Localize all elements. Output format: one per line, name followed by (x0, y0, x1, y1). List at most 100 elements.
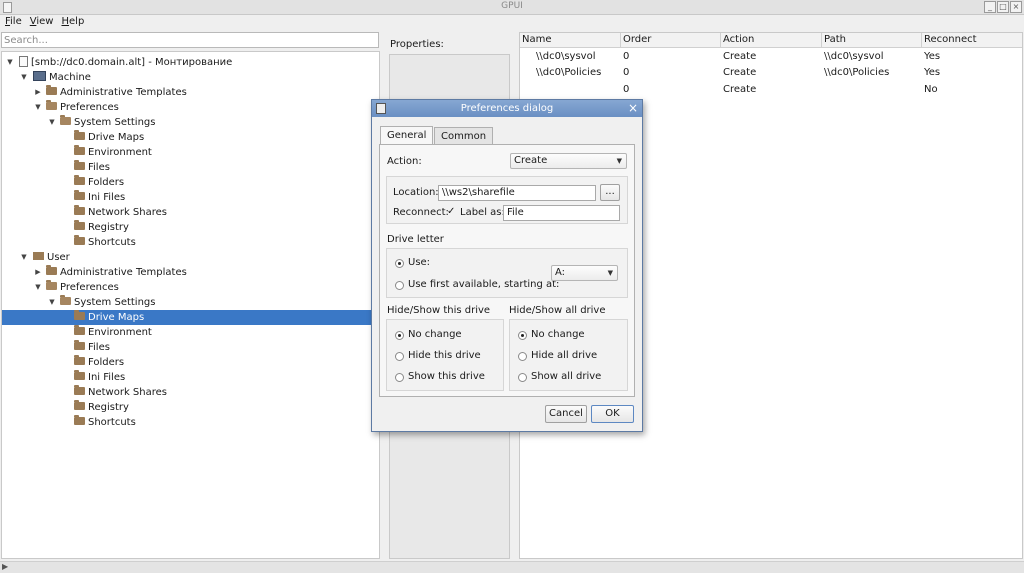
table-cell-name[interactable]: \\dc0\Policies (536, 67, 601, 78)
tree-node-user-preferences[interactable]: ▼ Preferences (2, 280, 379, 295)
tree-node-label: Drive Maps (88, 312, 145, 323)
menu-help[interactable]: Help (58, 15, 87, 28)
chevron-down-icon[interactable]: ▼ (34, 100, 42, 115)
tree-node-machine-environment[interactable]: Environment (2, 145, 379, 160)
table-cell-reconnect[interactable]: No (924, 84, 938, 95)
action-select[interactable]: Create ▼ (510, 153, 627, 169)
chevron-down-icon[interactable]: ▼ (6, 55, 14, 70)
tree-node-user-system-settings[interactable]: ▼ System Settings (2, 295, 379, 310)
action-select-value: Create (514, 155, 548, 166)
column-header-order[interactable]: Order (623, 34, 651, 45)
tree-node-user-environment[interactable]: Environment (2, 325, 379, 340)
tab-general[interactable]: General (380, 126, 434, 146)
tree-node-machine-preferences[interactable]: ▼ Preferences (2, 100, 379, 115)
menu-view[interactable]: View (27, 15, 57, 28)
table-cell-reconnect[interactable]: Yes (924, 67, 940, 78)
drive-letter-group: Use: Use first available, starting at: A… (386, 248, 628, 298)
tree-node-user-admin-templates[interactable]: ▶ Administrative Templates (2, 265, 379, 280)
this-no-change-radio[interactable] (395, 331, 404, 340)
show-this-drive-radio[interactable] (395, 373, 404, 382)
ok-button[interactable]: OK (591, 405, 634, 423)
tree-node-machine-network-shares[interactable]: Network Shares (2, 205, 379, 220)
location-label: Location: (393, 187, 439, 198)
table-cell-action[interactable]: Create (723, 84, 756, 95)
tree-node-user[interactable]: ▼ User (2, 250, 379, 265)
hide-this-drive-radio[interactable] (395, 352, 404, 361)
chevron-down-icon[interactable]: ▼ (48, 115, 56, 130)
tree-node-machine[interactable]: ▼ Machine (2, 70, 379, 85)
tree-node-user-registry[interactable]: Registry (2, 400, 379, 415)
use-radio[interactable] (395, 259, 404, 268)
column-header-action[interactable]: Action (723, 34, 754, 45)
table-cell-reconnect[interactable]: Yes (924, 51, 940, 62)
show-all-drive-radio[interactable] (518, 373, 527, 382)
folder-open-icon (60, 115, 71, 125)
column-header-reconnect[interactable]: Reconnect (924, 34, 977, 45)
tree-node-machine-system-settings[interactable]: ▼ System Settings (2, 115, 379, 130)
tree-node-label: Shortcuts (88, 417, 136, 428)
label-as-field[interactable]: File (503, 205, 620, 221)
chevron-down-icon: ▼ (607, 269, 613, 277)
tree-node-user-ini-files[interactable]: Ini Files (2, 370, 379, 385)
tree-node-machine-ini-files[interactable]: Ini Files (2, 190, 379, 205)
drive-letter-select[interactable]: A: ▼ (551, 265, 618, 281)
policy-tree: ▼ [smb://dc0.domain.alt] - Монтирование … (1, 51, 380, 559)
table-cell-path[interactable]: \\dc0\Policies (824, 67, 889, 78)
menu-file[interactable]: File (2, 15, 25, 28)
chevron-down-icon[interactable]: ▼ (20, 70, 28, 85)
tree-node-user-files[interactable]: Files (2, 340, 379, 355)
dialog-titlebar: Preferences dialog × (372, 100, 642, 117)
cancel-button[interactable]: Cancel (545, 405, 587, 423)
table-cell-action[interactable]: Create (723, 67, 756, 78)
folder-icon (74, 400, 85, 410)
chevron-down-icon[interactable]: ▼ (20, 250, 28, 265)
all-no-change-radio[interactable] (518, 331, 527, 340)
chevron-right-icon[interactable]: ▶ (34, 265, 42, 280)
dialog-menu-icon[interactable] (376, 103, 386, 114)
table-cell-order[interactable]: 0 (623, 51, 629, 62)
document-icon (19, 55, 28, 67)
minimize-icon[interactable]: _ (984, 1, 996, 13)
chevron-right-icon[interactable]: ▶ (34, 85, 42, 100)
table-cell-order[interactable]: 0 (623, 84, 629, 95)
search-input[interactable] (1, 32, 379, 48)
column-header-path[interactable]: Path (824, 34, 846, 45)
tree-node-label: Files (88, 162, 110, 173)
table-cell-path[interactable]: \\dc0\sysvol (824, 51, 883, 62)
dialog-close-icon[interactable]: × (628, 100, 638, 117)
table-cell-action[interactable]: Create (723, 51, 756, 62)
tree-node-machine-admin-templates[interactable]: ▶ Administrative Templates (2, 85, 379, 100)
tree-node-label: Drive Maps (88, 132, 145, 143)
maximize-icon[interactable]: □ (997, 1, 1009, 13)
tree-node-user-folders[interactable]: Folders (2, 355, 379, 370)
tree-node-label: Administrative Templates (60, 87, 187, 98)
table-cell-order[interactable]: 0 (623, 67, 629, 78)
column-header-name[interactable]: Name (522, 34, 552, 45)
scroll-left-icon[interactable]: ▶ (2, 562, 8, 571)
chevron-down-icon[interactable]: ▼ (48, 295, 56, 310)
hide-all-drive-radio[interactable] (518, 352, 527, 361)
table-cell-name[interactable]: \\dc0\sysvol (536, 51, 595, 62)
tree-node-machine-registry[interactable]: Registry (2, 220, 379, 235)
tree-node-machine-shortcuts[interactable]: Shortcuts (2, 235, 379, 250)
tree-node-label: Folders (88, 177, 125, 188)
tree-node-machine-drive-maps[interactable]: Drive Maps (2, 130, 379, 145)
tree-node-label: Environment (88, 327, 152, 338)
folder-icon (74, 325, 85, 335)
reconnect-checkbox[interactable]: ✓ (447, 206, 455, 217)
tree-node-machine-folders[interactable]: Folders (2, 175, 379, 190)
chevron-down-icon[interactable]: ▼ (34, 280, 42, 295)
tree-node-machine-files[interactable]: Files (2, 160, 379, 175)
general-tab-panel: Action: Create ▼ Location: \\ws2\sharefi… (379, 144, 635, 397)
tree-node-user-drive-maps[interactable]: Drive Maps (2, 310, 379, 325)
use-first-available-radio[interactable] (395, 281, 404, 290)
tree-node-root[interactable]: ▼ [smb://dc0.domain.alt] - Монтирование (2, 55, 379, 70)
tree-node-user-network-shares[interactable]: Network Shares (2, 385, 379, 400)
close-icon[interactable]: × (1010, 1, 1022, 13)
location-field[interactable]: \\ws2\sharefile (438, 185, 596, 201)
tree-node-user-shortcuts[interactable]: Shortcuts (2, 415, 379, 430)
use-first-available-label: Use first available, starting at: (408, 279, 560, 290)
folder-icon (74, 370, 85, 380)
browse-button[interactable]: ... (600, 184, 620, 201)
horizontal-scrollbar[interactable]: ▶ (0, 561, 1024, 573)
